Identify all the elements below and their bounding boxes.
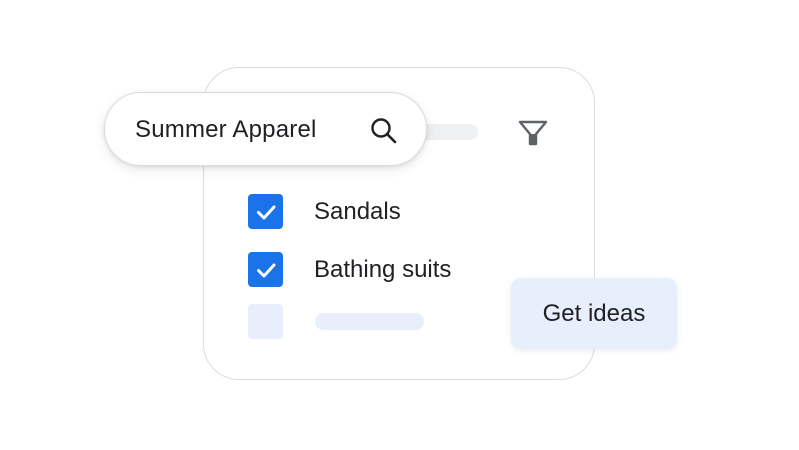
stage: Summer Apparel Sandals Bathing suits Get… bbox=[0, 0, 799, 450]
search-input-value[interactable]: Summer Apparel bbox=[135, 116, 317, 144]
option-row-placeholder[interactable] bbox=[248, 304, 424, 339]
option-row-bathing-suits[interactable]: Bathing suits bbox=[248, 252, 451, 287]
search-bar[interactable]: Summer Apparel bbox=[104, 92, 427, 166]
checkbox-bathing-suits[interactable] bbox=[248, 252, 283, 287]
option-label-sandals: Sandals bbox=[314, 197, 401, 225]
filter-icon[interactable] bbox=[517, 117, 549, 149]
search-icon[interactable] bbox=[368, 115, 400, 147]
option-row-sandals[interactable]: Sandals bbox=[248, 194, 401, 229]
checkbox-sandals[interactable] bbox=[248, 194, 283, 229]
checkmark-icon bbox=[256, 263, 275, 277]
checkmark-icon bbox=[256, 205, 275, 219]
option-label-placeholder-bar bbox=[315, 313, 424, 330]
checkbox-placeholder[interactable] bbox=[248, 304, 283, 339]
option-label-bathing-suits: Bathing suits bbox=[314, 255, 452, 283]
get-ideas-button[interactable]: Get ideas bbox=[511, 278, 677, 349]
